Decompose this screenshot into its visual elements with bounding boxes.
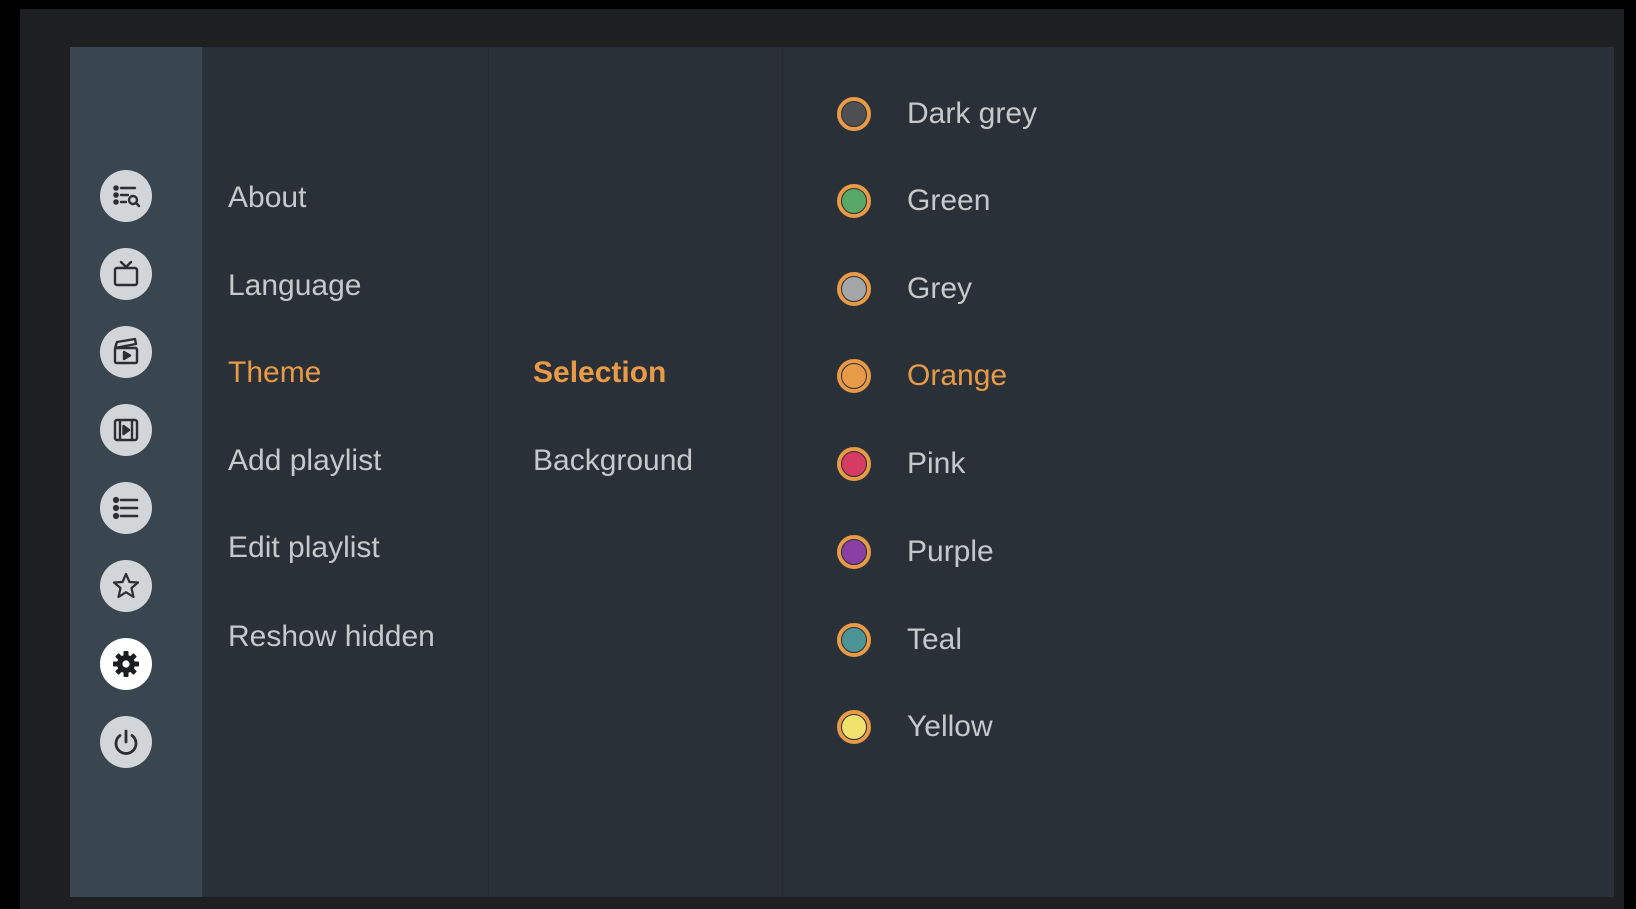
colour-swatch — [842, 540, 866, 564]
colour-swatch — [842, 102, 866, 126]
tv-icon[interactable] — [100, 248, 152, 300]
menu-item-about[interactable]: About — [228, 181, 306, 215]
colour-option-orange[interactable]: Orange — [837, 353, 1007, 399]
column-divider — [782, 47, 783, 897]
radio-button — [837, 535, 871, 569]
colour-option-teal[interactable]: Teal — [837, 617, 962, 663]
colour-option-grey[interactable]: Grey — [837, 266, 972, 312]
colour-option-yellow[interactable]: Yellow — [837, 704, 993, 750]
colour-option-label: Yellow — [907, 710, 993, 743]
colour-option-label: Dark grey — [907, 97, 1038, 130]
colour-option-label: Grey — [907, 272, 973, 305]
menu-item-language[interactable]: Language — [228, 269, 361, 303]
colour-swatch — [842, 715, 866, 739]
menu-item-edit-playlist[interactable]: Edit playlist — [228, 531, 380, 565]
menu-item-add-playlist[interactable]: Add playlist — [228, 444, 381, 478]
colour-swatch — [842, 628, 866, 652]
star-icon[interactable] — [100, 560, 152, 612]
colour-swatch — [842, 364, 866, 388]
settings-gear-icon[interactable] — [100, 638, 152, 690]
radio-button — [837, 184, 871, 218]
radio-button — [837, 447, 871, 481]
radio-button — [837, 623, 871, 657]
tv-frame: About Language Theme Add playlist Edit p… — [20, 9, 1624, 909]
menu-item-reshow-hidden[interactable]: Reshow hidden — [228, 620, 435, 654]
icon-sidebar — [70, 47, 202, 897]
radio-button — [837, 710, 871, 744]
video-play-icon[interactable] — [100, 404, 152, 456]
colour-option-purple[interactable]: Purple — [837, 529, 994, 575]
colour-swatch — [842, 189, 866, 213]
colour-option-label: Green — [907, 184, 991, 217]
radio-button — [837, 272, 871, 306]
list-icon[interactable] — [100, 482, 152, 534]
submenu-item-background[interactable]: Background — [533, 444, 693, 478]
column-divider — [488, 47, 489, 897]
power-icon[interactable] — [100, 716, 152, 768]
colour-option-green[interactable]: Green — [837, 178, 990, 224]
settings-screen: About Language Theme Add playlist Edit p… — [70, 47, 1614, 897]
colour-swatch — [842, 277, 866, 301]
colour-swatch — [842, 452, 866, 476]
menu-item-theme[interactable]: Theme — [228, 356, 321, 390]
clapperboard-icon[interactable] — [100, 326, 152, 378]
colour-option-label: Purple — [907, 535, 994, 568]
radio-button — [837, 97, 871, 131]
colour-option-label: Teal — [907, 623, 963, 656]
submenu-item-selection[interactable]: Selection — [533, 356, 666, 390]
colour-option-dark-grey[interactable]: Dark grey — [837, 91, 1037, 137]
radio-button — [837, 359, 871, 393]
colour-option-label: Pink — [907, 447, 966, 480]
list-search-icon[interactable] — [100, 170, 152, 222]
colour-option-pink[interactable]: Pink — [837, 441, 965, 487]
colour-option-label: Orange — [907, 359, 1008, 392]
